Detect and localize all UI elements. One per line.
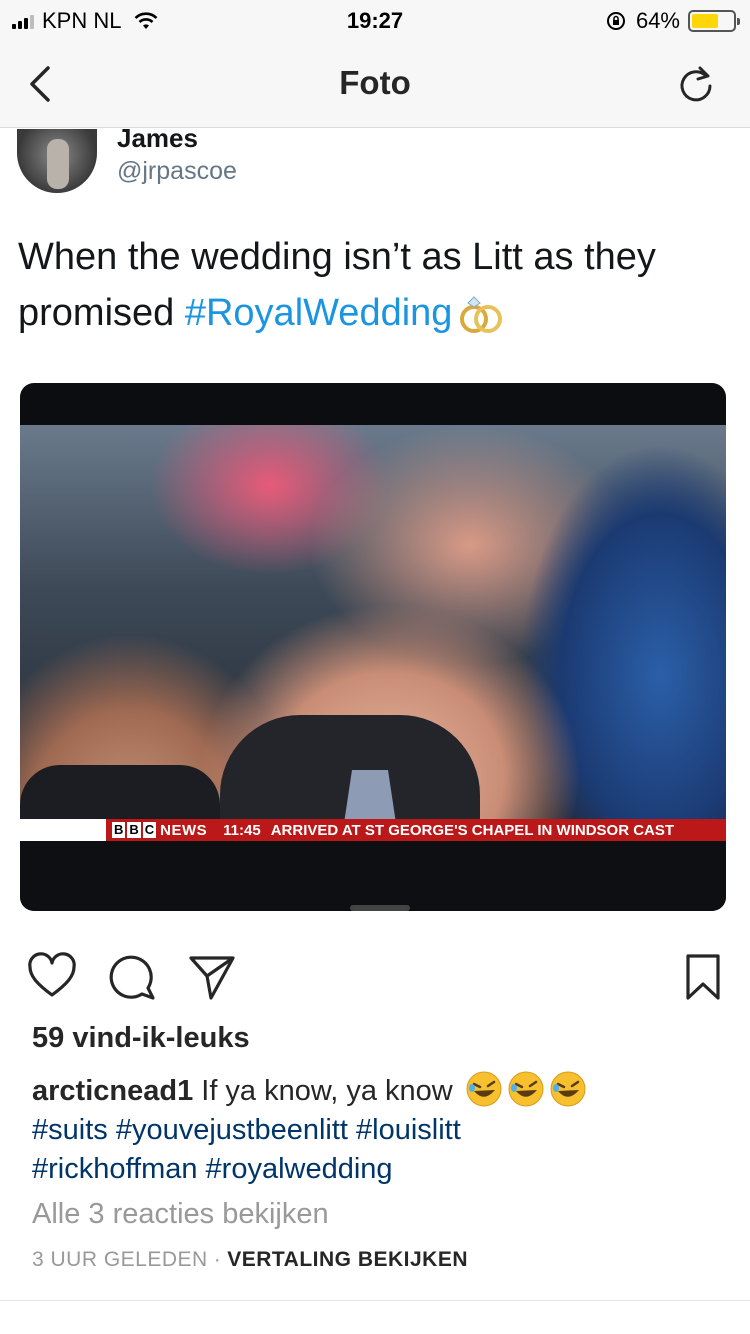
ticker-news-label: NEWS [160, 821, 208, 839]
action-bar [0, 926, 750, 1026]
share-icon[interactable] [187, 952, 237, 1002]
divider [0, 1300, 750, 1301]
heart-icon[interactable] [27, 952, 77, 1002]
caption-hashtags-line2[interactable]: #rickhoffman #royalwedding [32, 1153, 393, 1185]
battery-fill [692, 14, 718, 28]
bbc-logo: B B C [112, 822, 157, 838]
rotation-lock-icon [606, 12, 625, 30]
translate-link[interactable]: VERTALING BEKIJKEN [227, 1248, 468, 1271]
rolling-laughing-emoji-icon [508, 1071, 544, 1107]
tweet-text: When the wedding isn’t as Litt as they p… [18, 229, 728, 341]
tweet-hashtag: #RoyalWedding [184, 292, 453, 334]
comment-icon[interactable] [107, 952, 157, 1002]
person-left-suit [20, 765, 220, 827]
tv-stand [350, 905, 410, 911]
page-title: Foto [339, 64, 411, 101]
status-right: 64% [606, 8, 740, 34]
caption-hashtags-line1[interactable]: #suits #youvejustbeenlitt #louislitt [32, 1114, 461, 1146]
battery-icon [688, 10, 740, 32]
tweet-avatar [17, 129, 97, 193]
tweet-author-name: James [117, 129, 198, 153]
post-timestamp: 3 UUR GELEDEN [32, 1248, 208, 1271]
bookmark-icon[interactable] [680, 952, 726, 1002]
ticker-time: 11:45 [223, 821, 261, 839]
tv-bezel [20, 841, 726, 911]
bbc-letter: C [142, 822, 157, 838]
tweet-author-handle: @jrpascoe [117, 157, 237, 185]
post-meta: 3 UUR GELEDEN · VERTALING BEKIJKEN [32, 1248, 468, 1272]
wedding-rings-icon [460, 296, 503, 333]
caption-text: If ya know, ya know [193, 1075, 461, 1107]
view-comments-link[interactable]: Alle 3 reacties bekijken [32, 1198, 329, 1231]
bbc-letter: B [127, 822, 141, 838]
rolling-laughing-emoji-icon [550, 1071, 586, 1107]
tv-screen [20, 425, 726, 827]
post-caption: arcticnead1 If ya know, ya know #suits #… [32, 1070, 722, 1189]
likes-count[interactable]: 59 vind-ik-leuks [32, 1022, 250, 1055]
news-ticker: B B C NEWS 11:45 ARRIVED AT ST GEORGE'S … [20, 819, 726, 841]
refresh-icon[interactable] [676, 64, 716, 104]
status-bar: KPN NL 19:27 64% [0, 0, 750, 40]
nav-bar: Foto [0, 40, 750, 128]
rolling-laughing-emoji-icon [466, 1071, 502, 1107]
tv-photo: B B C NEWS 11:45 ARRIVED AT ST GEORGE'S … [20, 383, 726, 911]
caption-username[interactable]: arcticnead1 [32, 1075, 193, 1107]
bbc-letter: B [112, 822, 126, 838]
meta-separator: · [213, 1248, 222, 1271]
ticker-message: ARRIVED AT ST GEORGE'S CHAPEL IN WINDSOR… [270, 821, 675, 839]
battery-percent: 64% [635, 8, 680, 33]
post-image[interactable]: James @jrpascoe When the wedding isn’t a… [0, 129, 750, 926]
ticker-left-panel [20, 819, 106, 841]
